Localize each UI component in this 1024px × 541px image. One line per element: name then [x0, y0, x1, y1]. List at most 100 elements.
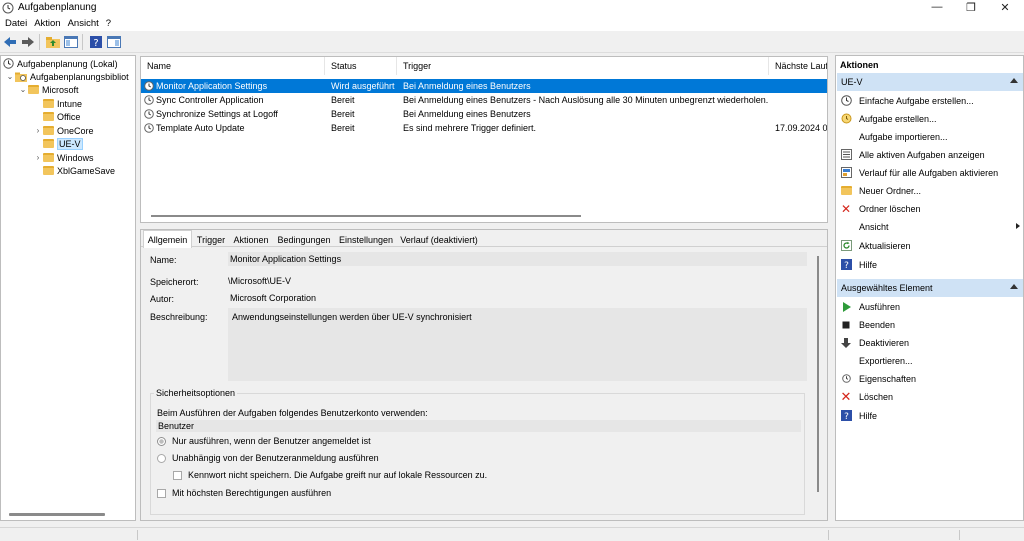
tree-label: XblGameSave — [57, 165, 116, 176]
menu-help[interactable]: ? — [106, 18, 111, 29]
location-field[interactable]: \Microsoft\UE-V — [226, 274, 807, 288]
toolbar-separator — [39, 33, 40, 50]
forward-button[interactable] — [20, 34, 36, 50]
tab-bedingungen[interactable]: Bedingungen — [273, 232, 335, 247]
action-import-task[interactable]: Aufgabe importieren... — [839, 128, 1022, 145]
menu-aktion[interactable]: Aktion — [34, 18, 60, 29]
tab-trigger[interactable]: Trigger — [193, 232, 229, 247]
chevron-down-icon[interactable]: ⌄ — [5, 72, 15, 81]
radio-logged-on[interactable]: Nur ausführen, wenn der Benutzer angemel… — [157, 436, 371, 446]
action-properties[interactable]: Eigenschaften — [839, 370, 1022, 387]
author-label: Autor: — [150, 294, 175, 304]
run-icon — [839, 301, 853, 313]
actions-header: Aktionen — [840, 59, 879, 70]
action-new-folder[interactable]: Neuer Ordner... — [839, 182, 1022, 199]
column-header-status[interactable]: Status — [325, 57, 397, 75]
show-hide-tree-button[interactable] — [63, 34, 79, 50]
tree-item-root[interactable]: Aufgabenplanung (Lokal) — [3, 57, 118, 70]
table-row[interactable]: Synchronize Settings at Logoff Bereit Be… — [141, 107, 827, 121]
status-divider — [137, 530, 138, 540]
table-row[interactable]: Template Auto Update Bereit Es sind mehr… — [141, 121, 827, 135]
action-show-running-tasks[interactable]: Alle aktiven Aufgaben anzeigen — [839, 146, 1022, 163]
action-delete[interactable]: ✕ Löschen — [839, 388, 1022, 405]
action-refresh[interactable]: Aktualisieren — [839, 237, 1022, 254]
action-delete-folder[interactable]: ✕ Ordner löschen — [839, 200, 1022, 217]
column-header-name[interactable]: Name — [141, 57, 325, 75]
tab-allgemein[interactable]: Allgemein — [143, 230, 192, 248]
action-export[interactable]: Exportieren... — [839, 352, 1022, 369]
user-account-field[interactable]: Benutzer — [156, 420, 801, 432]
tab-einstellungen[interactable]: Einstellungen — [335, 232, 397, 247]
check-no-password[interactable]: Kennwort nicht speichern. Die Aufgabe gr… — [173, 470, 487, 480]
wizard-icon — [839, 95, 853, 107]
action-enable-history[interactable]: Verlauf für alle Aufgaben aktivieren — [839, 164, 1022, 181]
collapse-arrow-icon[interactable] — [1010, 284, 1018, 289]
chevron-right-icon[interactable]: › — [33, 126, 43, 135]
tree-item-library[interactable]: ⌄ Aufgabenplanungsbibliot — [5, 70, 129, 83]
help-toolbar-button[interactable]: ? — [88, 34, 104, 50]
status-divider — [828, 530, 829, 540]
svg-text:?: ? — [93, 38, 98, 48]
column-header-trigger[interactable]: Trigger — [397, 57, 769, 75]
checkbox[interactable] — [173, 470, 182, 480]
table-row[interactable]: Monitor Application Settings Wird ausgef… — [141, 79, 827, 93]
name-field[interactable]: Monitor Application Settings — [228, 252, 807, 266]
task-list: Name Status Trigger Nächste Lauf: Monito… — [140, 56, 828, 223]
task-status: Wird ausgeführt — [331, 81, 395, 91]
task-name: Monitor Application Settings — [156, 81, 268, 91]
tree-item-intune[interactable]: Intune — [33, 97, 82, 110]
description-field[interactable]: Anwendungseinstellungen werden über UE-V… — [228, 308, 807, 381]
arrow-left-icon — [4, 36, 16, 47]
check-highest-label: Mit höchsten Berechtigungen ausführen — [172, 488, 332, 498]
tab-verlauf[interactable]: Verlauf (deaktiviert) — [397, 232, 481, 247]
chevron-right-icon[interactable]: › — [33, 153, 43, 162]
actions-section-ue-v[interactable]: UE-V — [837, 73, 1023, 91]
tab-aktionen[interactable]: Aktionen — [229, 232, 273, 247]
back-button[interactable] — [2, 34, 18, 50]
menu-ansicht[interactable]: Ansicht — [68, 18, 99, 29]
maximize-button[interactable]: ❐ — [954, 0, 988, 14]
menu-bar: Datei Aktion Ansicht ? — [0, 15, 1024, 31]
history-icon — [839, 167, 853, 179]
help-icon: ? — [839, 410, 853, 422]
tree-item-microsoft[interactable]: ⌄ Microsoft — [18, 83, 79, 96]
tree-label: Intune — [57, 98, 83, 109]
tree-label: Aufgabenplanungsbibliot — [30, 71, 129, 82]
minimize-button[interactable]: — — [920, 0, 954, 14]
tree-item-onecore[interactable]: › OneCore — [33, 124, 94, 137]
actions-section-selected-item[interactable]: Ausgewähltes Element — [837, 279, 1023, 297]
action-create-task[interactable]: Aufgabe erstellen... — [839, 110, 1022, 127]
action-disable[interactable]: Deaktivieren — [839, 334, 1022, 351]
menu-datei[interactable]: Datei — [5, 18, 27, 29]
table-row[interactable]: Sync Controller Application Bereit Bei A… — [141, 93, 827, 107]
action-help[interactable]: ? Hilfe — [839, 256, 1022, 273]
window-title: Aufgabenplanung — [18, 2, 97, 13]
radio-independent[interactable]: Unabhängig von der Benutzeranmeldung aus… — [157, 453, 379, 463]
tree-item-ue-v[interactable]: UE-V — [33, 137, 83, 150]
author-field[interactable]: Microsoft Corporation — [228, 291, 807, 305]
action-create-basic-task[interactable]: Einfache Aufgabe erstellen... — [839, 92, 1022, 109]
check-highest-privileges[interactable]: Mit höchsten Berechtigungen ausführen — [157, 488, 331, 498]
radio-button[interactable] — [157, 453, 166, 463]
action-help-selected[interactable]: ? Hilfe — [839, 407, 1022, 424]
task-list-horizontal-scrollbar[interactable] — [151, 215, 581, 217]
task-icon — [839, 113, 853, 125]
tree-item-office[interactable]: Office — [33, 110, 80, 123]
tree-horizontal-scrollbar[interactable] — [9, 513, 105, 516]
folder-icon — [43, 126, 54, 135]
column-header-next-run[interactable]: Nächste Lauf: — [769, 57, 827, 75]
tree-item-windows[interactable]: › Windows — [33, 151, 94, 164]
stop-icon — [839, 319, 853, 331]
checkbox[interactable] — [157, 488, 166, 498]
chevron-down-icon[interactable]: ⌄ — [18, 85, 28, 94]
up-folder-button[interactable] — [45, 34, 61, 50]
tree-item-xblgamesave[interactable]: XblGameSave — [33, 164, 115, 177]
show-hide-actions-button[interactable] — [106, 34, 122, 50]
collapse-arrow-icon[interactable] — [1010, 78, 1018, 83]
action-view-menu[interactable]: Ansicht — [839, 218, 1022, 235]
detail-vertical-scrollbar[interactable] — [817, 256, 819, 492]
action-run[interactable]: Ausführen — [839, 298, 1022, 315]
radio-button-selected[interactable] — [157, 436, 166, 446]
action-end[interactable]: Beenden — [839, 316, 1022, 333]
close-button[interactable]: ✕ — [988, 0, 1022, 14]
